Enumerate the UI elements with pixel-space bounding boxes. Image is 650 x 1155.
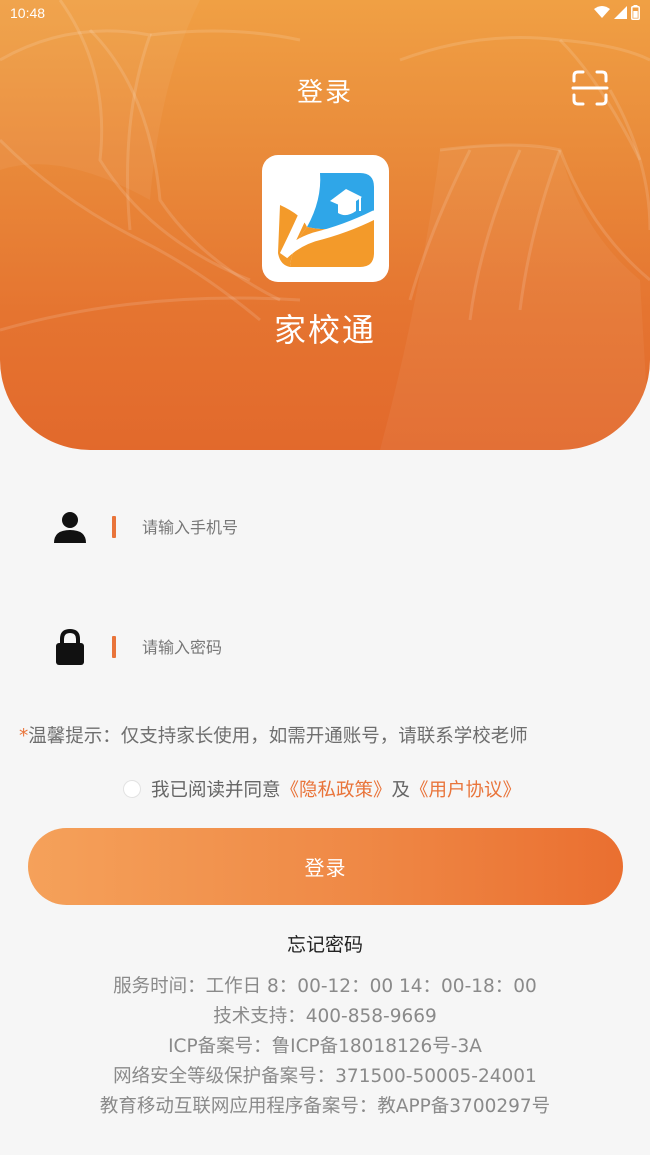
icp-record: ICP备案号：鲁ICP备18018126号-3A [168, 1036, 482, 1057]
login-tip: *温馨提示：仅支持家长使用，如需开通账号，请联系学校老师 [19, 722, 639, 748]
header-banner: 10:48 登录 家校通 [0, 0, 650, 450]
agree-checkbox[interactable] [123, 780, 141, 798]
user-icon [50, 507, 90, 547]
user-agreement-link[interactable]: 《用户协议》 [410, 776, 521, 802]
signal-icon [614, 6, 627, 19]
agree-middle: 及 [391, 780, 411, 801]
phone-input[interactable] [140, 506, 610, 548]
login-button[interactable]: 登录 [28, 828, 623, 905]
forgot-password-link[interactable]: 忘记密码 [0, 930, 650, 957]
app-logo-icon [278, 170, 379, 267]
scan-icon[interactable] [570, 68, 610, 108]
password-field-row [50, 622, 610, 672]
privacy-policy-link[interactable]: 《隐私政策》 [281, 776, 392, 802]
password-input[interactable] [140, 626, 610, 668]
field-divider [112, 636, 116, 658]
phone-field-row [50, 502, 610, 552]
field-divider [112, 516, 116, 538]
battery-icon [631, 5, 640, 20]
tip-star: * [19, 726, 29, 747]
app-record: 教育移动互联网应用程序备案号：教APP备3700297号 [99, 1096, 551, 1117]
status-time: 10:48 [10, 5, 46, 21]
agree-prefix: 我已阅读并同意 [151, 780, 281, 801]
tip-text: 温馨提示：仅支持家长使用，如需开通账号，请联系学校老师 [28, 726, 528, 747]
footer-info: 服务时间：工作日 8：00-12：00 14：00-18：00 技术支持：400… [0, 972, 650, 1122]
agreement-row: 我已阅读并同意 《隐私政策》 及 《用户协议》 [123, 776, 521, 802]
service-hours: 服务时间：工作日 8：00-12：00 14：00-18：00 [113, 976, 537, 997]
page-title: 登录 [296, 78, 353, 108]
status-icons [594, 5, 640, 20]
app-name: 家校通 [273, 311, 376, 349]
tech-support: 技术支持：400-858-9669 [213, 1006, 437, 1027]
lock-icon [50, 627, 90, 667]
status-bar: 10:48 [0, 0, 650, 28]
wifi-icon [594, 6, 610, 18]
security-record: 网络安全等级保护备案号：371500-50005-24001 [113, 1066, 537, 1087]
app-logo [262, 155, 389, 282]
login-screen: 10:48 登录 家校通 请输入手机号 *温馨提示：仅支持家长使用，如需开通账号… [0, 0, 650, 1155]
